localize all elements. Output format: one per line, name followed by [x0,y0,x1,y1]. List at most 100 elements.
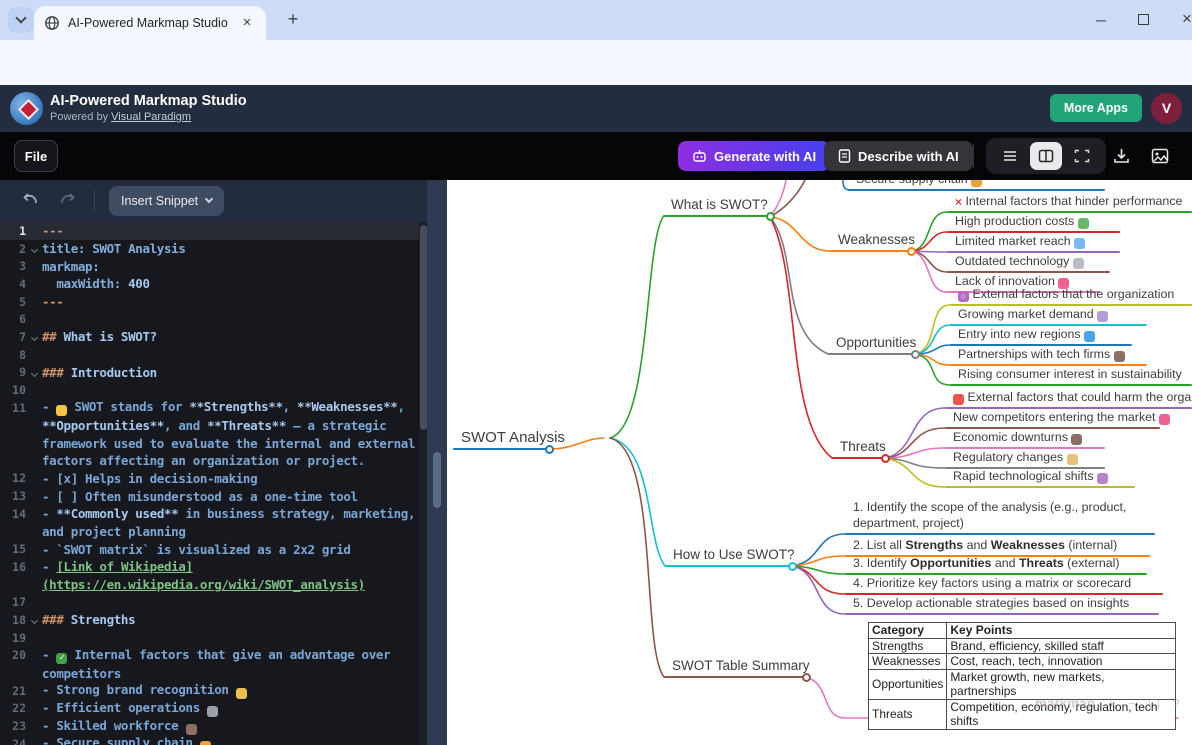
panel-divider-handle[interactable] [433,452,441,508]
map-node-opp-5[interactable]: Rising consumer interest in sustainabili… [950,366,1188,385]
editor-line[interactable]: 11- SWOT stands for **Strengths**, **Wea… [0,399,419,417]
window-minimize-button[interactable]: ─ [1096,12,1106,28]
editor-line[interactable]: 20- ✓ Internal factors that give an adva… [0,647,419,665]
map-node-what-is-swot[interactable]: What is SWOT? [663,197,774,216]
editor-line[interactable]: 6 [0,310,419,328]
panel-divider[interactable] [427,180,447,745]
map-node-threats[interactable]: Threats [832,439,892,458]
map-node-how-3[interactable]: 3. Identify Opportunities and Threats (e… [845,555,1126,574]
markmap-brand[interactable]: markmap [1035,696,1095,711]
map-node-weak-1[interactable]: × Internal factors that hinder performan… [947,193,1188,212]
map-node-weak-2[interactable]: High production costs [947,213,1095,232]
fold-chevron-icon[interactable] [30,370,37,377]
editor-line[interactable]: 7## What is SWOT? [0,328,419,346]
node-fold-circle[interactable] [907,247,916,256]
more-apps-button[interactable]: More Apps [1050,94,1142,122]
editor-line[interactable]: 9### Introduction [0,364,419,382]
editor-line[interactable]: 19 [0,629,419,647]
editor-scrollbar[interactable] [419,222,427,745]
map-node-secure-supply-chain[interactable]: Secure supply chain [848,180,988,190]
zoom-in-icon[interactable]: + [1108,696,1116,711]
editor-line[interactable]: 4 maxWidth: 400 [0,275,419,293]
map-node-opp-4[interactable]: Partnerships with tech firms [950,346,1131,365]
node-fold-circle[interactable] [545,445,554,454]
map-node-how-1[interactable]: 1. Identify the scope of the analysis (e… [845,499,1132,534]
editor-line[interactable]: 2title: SWOT Analysis [0,240,419,258]
fold-chevron-icon[interactable] [30,334,37,341]
window-close-button[interactable]: × [1182,9,1192,29]
editor-line[interactable]: 3markmap: [0,257,419,275]
user-avatar[interactable]: V [1151,93,1182,124]
file-button[interactable]: File [14,140,58,172]
visual-paradigm-link[interactable]: Visual Paradigm [111,111,191,123]
map-node-weak-3[interactable]: Limited market reach [947,233,1091,252]
mindmap-panel[interactable]: SWOT Analysis What is SWOT? Weaknesses Oppo… [447,180,1192,745]
map-node-threat-4[interactable]: Regulatory changes [945,449,1084,468]
editor-line[interactable]: 17 [0,593,419,611]
editor-line[interactable]: 14- **Commonly used** in business strate… [0,505,419,523]
fit-view-icon[interactable] [1149,699,1159,709]
editor-line[interactable]: 24- Secure supply chain [0,735,419,745]
editor-line[interactable]: competitors [0,664,419,682]
fullscreen-view-button[interactable] [1066,142,1098,170]
code-editor[interactable]: 1---2title: SWOT Analysis3markmap:4 maxW… [0,222,419,745]
browser-tab[interactable]: AI-Powered Markmap Studio × [34,6,266,40]
editor-line[interactable]: and project planning [0,523,419,541]
zoom-out-icon[interactable]: − [1129,696,1137,711]
editor-scrollbar-thumb[interactable] [420,225,427,430]
editor-line[interactable]: 10 [0,381,419,399]
map-node-weak-4[interactable]: Outdated technology [947,253,1090,272]
node-fold-circle[interactable] [788,562,797,571]
editor-line[interactable]: 18### Strengths [0,611,419,629]
insert-snippet-button[interactable]: Insert Snippet [109,186,224,216]
map-node-root[interactable]: SWOT Analysis [453,430,571,449]
editor-line[interactable]: 23- Skilled workforce [0,717,419,735]
tab-search-button[interactable] [8,7,34,33]
editor-line[interactable]: 15- `SWOT matrix` is visualized as a 2x2… [0,540,419,558]
undo-icon[interactable] [20,192,40,210]
editor-line[interactable]: factors affecting an organization or pro… [0,452,419,470]
map-node-how-to-use-swot[interactable]: How to Use SWOT? [665,547,801,566]
describe-with-ai-button[interactable]: Describe with AI [824,141,973,171]
map-node-swot-table-summary[interactable]: SWOT Table Summary [664,658,816,677]
map-node-threat-2[interactable]: New competitors entering the market [945,409,1176,428]
editor-line[interactable]: 16- [Link of Wikipedia] [0,558,419,576]
editor-line[interactable]: (https://en.wikipedia.org/wiki/SWOT_anal… [0,576,419,594]
map-node-threat-5[interactable]: Rapid technological shifts [945,468,1114,487]
fold-chevron-icon[interactable] [30,246,37,253]
map-node-opp-2[interactable]: Growing market demand [950,306,1114,325]
node-fold-circle[interactable] [802,673,811,682]
generate-with-ai-button[interactable]: Generate with AI [678,141,830,171]
tab-close-icon[interactable]: × [238,14,256,32]
download-icon[interactable] [1113,148,1130,164]
node-fold-circle[interactable] [911,350,920,359]
editor-line[interactable]: 5--- [0,293,419,311]
map-node-threat-1[interactable]: External factors that could harm the org… [945,389,1192,408]
editor-only-view-button[interactable] [994,142,1026,170]
node-fold-circle[interactable] [766,212,775,221]
fold-chevron-icon[interactable] [30,617,37,624]
map-node-weaknesses[interactable]: Weaknesses [830,232,921,251]
editor-line[interactable]: framework used to evaluate the internal … [0,434,419,452]
split-view-button[interactable] [1030,142,1062,170]
window-maximize-button[interactable] [1138,10,1149,25]
export-image-icon[interactable] [1151,148,1169,164]
editor-line[interactable]: 8 [0,346,419,364]
editor-line[interactable]: 22- Efficient operations [0,700,419,718]
node-fold-circle[interactable] [881,454,890,463]
map-node-opp-3[interactable]: Entry into new regions [950,326,1101,345]
editor-line[interactable]: 13- [ ] Often misunderstood as a one-tim… [0,487,419,505]
editor-line[interactable]: **Opportunities**, and **Threats** — a s… [0,417,419,435]
map-node-how-2[interactable]: 2. List all Strengths and Weaknesses (in… [845,537,1123,556]
new-tab-button[interactable]: + [282,9,304,30]
editor-line[interactable]: 21- Strong brand recognition [0,682,419,700]
map-node-opportunities[interactable]: Opportunities [828,335,922,354]
redo-icon[interactable] [58,192,78,210]
help-icon[interactable]: ? [1172,696,1179,711]
editor-line[interactable]: 12- [x] Helps in decision-making [0,470,419,488]
map-node-threat-3[interactable]: Economic downturns [945,429,1088,448]
map-node-how-4[interactable]: 4. Prioritize key factors using a matrix… [845,575,1137,594]
map-node-opp-1[interactable]: ○ External factors that the organization [950,286,1180,305]
map-node-how-5[interactable]: 5. Develop actionable strategies based o… [845,595,1135,614]
editor-line[interactable]: 1--- [0,222,419,240]
